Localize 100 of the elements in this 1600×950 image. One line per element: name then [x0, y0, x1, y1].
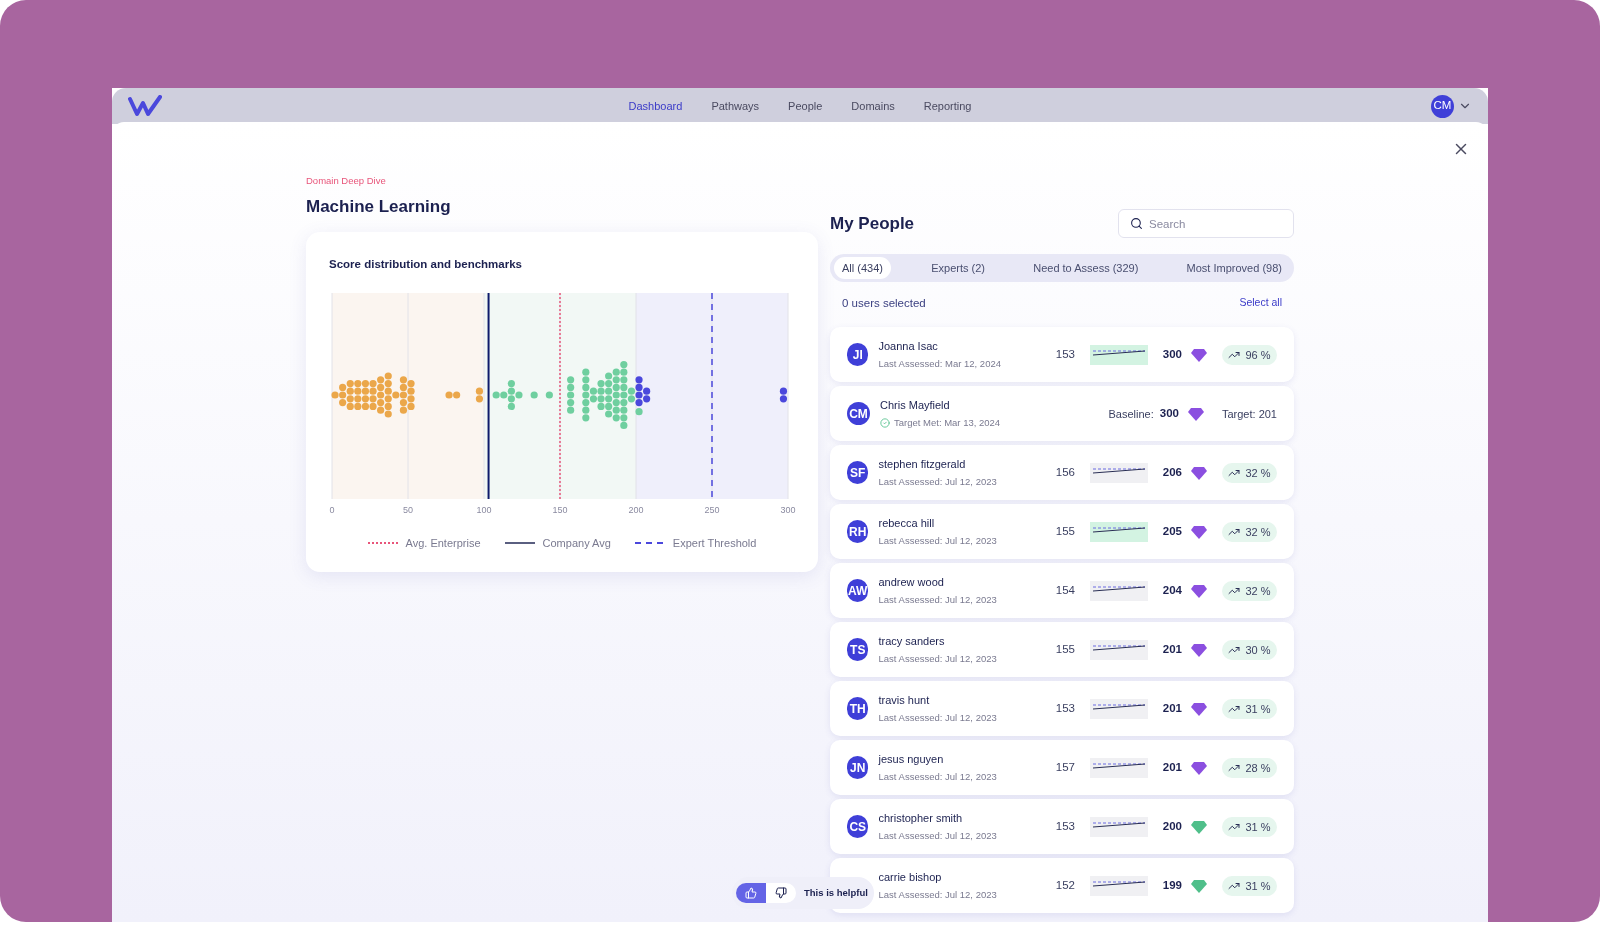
axis-tick-label: 150 [552, 505, 568, 515]
last-assessed-date: Last Assessed: Jul 12, 2023 [878, 474, 998, 489]
thumbs-up-icon [745, 887, 757, 899]
last-assessed-date: Last Assessed: Jul 12, 2023 [878, 592, 998, 607]
current-score: 200 [1162, 819, 1182, 835]
avatar: RH [847, 520, 869, 544]
current-score: 201 [1162, 701, 1182, 717]
person-card[interactable]: JI Joanna Isac Last Assessed: Mar 12, 2024 153 300 96 % [830, 327, 1294, 383]
axis-tick-label: 0 [329, 505, 335, 515]
baseline-score: 153 [1055, 819, 1076, 835]
baseline-score: 154 [1055, 583, 1076, 599]
avatar: TH [847, 697, 869, 721]
current-score: 206 [1162, 465, 1182, 481]
axis-tick-label: 50 [403, 505, 413, 515]
filter-tab[interactable]: Experts (2) [923, 257, 993, 279]
person-card[interactable]: AW andrew wood Last Assessed: Jul 12, 2023 154 204 32 % [830, 563, 1294, 619]
thumbs-up-button[interactable] [736, 883, 766, 903]
trend-badge: 31 % [1222, 698, 1277, 719]
trend-badge: 32 % [1222, 580, 1277, 601]
baseline-score: 155 [1055, 524, 1076, 540]
person-card[interactable]: SF stephen fitzgerald Last Assessed: Jul 12, 2023 156 206 32 % [830, 445, 1294, 501]
trend-badge: 31 % [1222, 875, 1277, 896]
last-assessed-date: Last Assessed: Jul 12, 2023 [878, 828, 998, 843]
trend-badge: 28 % [1222, 757, 1277, 778]
person-card[interactable]: TS tracy sanders Last Assessed: Jul 12, 2023 155 201 30 % [830, 622, 1294, 678]
chart-title: Score distribution and benchmarks [329, 256, 523, 272]
selection-count: 0 users selected [842, 296, 926, 311]
current-score: 300 [1159, 406, 1179, 422]
current-score: 205 [1162, 524, 1182, 540]
page-title: Machine Learning [306, 196, 452, 219]
last-assessed-date: Last Assessed: Jul 12, 2023 [878, 887, 998, 902]
last-assessed-date: Last Assessed: Jul 12, 2023 [878, 769, 998, 784]
avatar: TS [847, 638, 869, 662]
avatar: AW [847, 579, 869, 603]
baseline-score: 157 [1055, 760, 1076, 776]
legend-label: Company Avg [542, 536, 611, 551]
target-met-date: Target Met: Mar 13, 2024 [894, 415, 1001, 430]
current-score: 201 [1162, 642, 1182, 658]
search-field[interactable]: Search [1118, 209, 1294, 238]
search-icon [1130, 217, 1143, 230]
trend-badge: 32 % [1222, 521, 1277, 542]
check-circle-icon [880, 418, 890, 428]
last-assessed-date: Last Assessed: Jul 12, 2023 [878, 533, 998, 548]
avatar: JI [847, 343, 869, 367]
target-score: Target: 201 [1221, 406, 1277, 422]
person-card[interactable]: RH rebecca hill Last Assessed: Jul 12, 2023 155 205 32 % [830, 504, 1294, 560]
axis-tick-label: 100 [476, 505, 492, 515]
person-name: jesus nguyen [878, 752, 945, 768]
person-name: Chris Mayfield [880, 398, 951, 414]
last-assessed-date: Last Assessed: Jul 12, 2023 [878, 710, 998, 725]
eyebrow-label: Domain Deep Dive [306, 174, 387, 188]
baseline-score: 156 [1055, 465, 1076, 481]
person-card[interactable]: JN jesus nguyen Last Assessed: Jul 12, 2023 157 201 28 % [830, 740, 1294, 796]
logo [128, 95, 162, 117]
baseline-score: 153 [1055, 701, 1076, 717]
axis-tick-label: 300 [780, 505, 796, 515]
avatar: JN [847, 756, 869, 780]
nav-link[interactable]: Dashboard [628, 97, 683, 115]
section-title: My People [830, 212, 915, 235]
nav-link[interactable]: Domains [851, 97, 895, 115]
trend-badge: 32 % [1222, 462, 1277, 483]
avatar: SF [847, 461, 869, 485]
filter-tab[interactable]: All (434) [834, 257, 891, 279]
select-all-link[interactable]: Select all [1239, 295, 1282, 313]
person-name: Joanna Isac [878, 339, 939, 355]
trend-badge: 30 % [1222, 639, 1277, 660]
filter-tab[interactable]: Most Improved (98) [1178, 257, 1290, 279]
baseline-score: 155 [1055, 642, 1076, 658]
person-name: stephen fitzgerald [878, 457, 967, 473]
trend-badge: 96 % [1222, 344, 1277, 365]
legend-label: Avg. Enterprise [405, 536, 481, 551]
person-card[interactable]: TH travis hunt Last Assessed: Jul 12, 2023 153 201 31 % [830, 681, 1294, 737]
axis-tick-label: 200 [628, 505, 644, 515]
baseline-score: 153 [1055, 347, 1076, 363]
legend-label: Expert Threshold [672, 536, 757, 551]
filter-tab[interactable]: Need to Assess (329) [1025, 257, 1147, 279]
last-assessed-date: Last Assessed: Mar 12, 2024 [878, 356, 1002, 371]
person-name: andrew wood [878, 575, 945, 591]
person-name: carrie bishop [878, 870, 943, 886]
person-card[interactable]: CM Chris Mayfield Target Met: Mar 13, 2024 Baseline: 300 Target: 201 [830, 386, 1294, 442]
current-score: 199 [1162, 878, 1182, 894]
user-avatar[interactable]: CM [1431, 94, 1454, 118]
person-name: rebecca hill [878, 516, 936, 532]
current-score: 300 [1162, 347, 1182, 363]
last-assessed-date: Last Assessed: Jul 12, 2023 [878, 651, 998, 666]
axis-tick-label: 250 [704, 505, 720, 515]
person-name: tracy sanders [878, 634, 946, 650]
avatar: CM [847, 402, 870, 426]
person-name: travis hunt [878, 693, 931, 709]
current-score: 204 [1162, 583, 1182, 599]
thumbs-down-icon [775, 887, 787, 899]
baseline-label: Baseline: [1108, 406, 1154, 422]
nav-link[interactable]: Pathways [711, 97, 760, 115]
trend-badge: 31 % [1222, 816, 1277, 837]
thumbs-down-button[interactable] [766, 883, 796, 903]
person-card[interactable]: CS christopher smith Last Assessed: Jul 12, 2023 153 200 31 % [830, 799, 1294, 855]
nav-link[interactable]: People [788, 97, 823, 115]
nav-link[interactable]: Reporting [923, 97, 972, 115]
baseline-score: 152 [1055, 878, 1076, 894]
avatar: CS [847, 815, 869, 839]
